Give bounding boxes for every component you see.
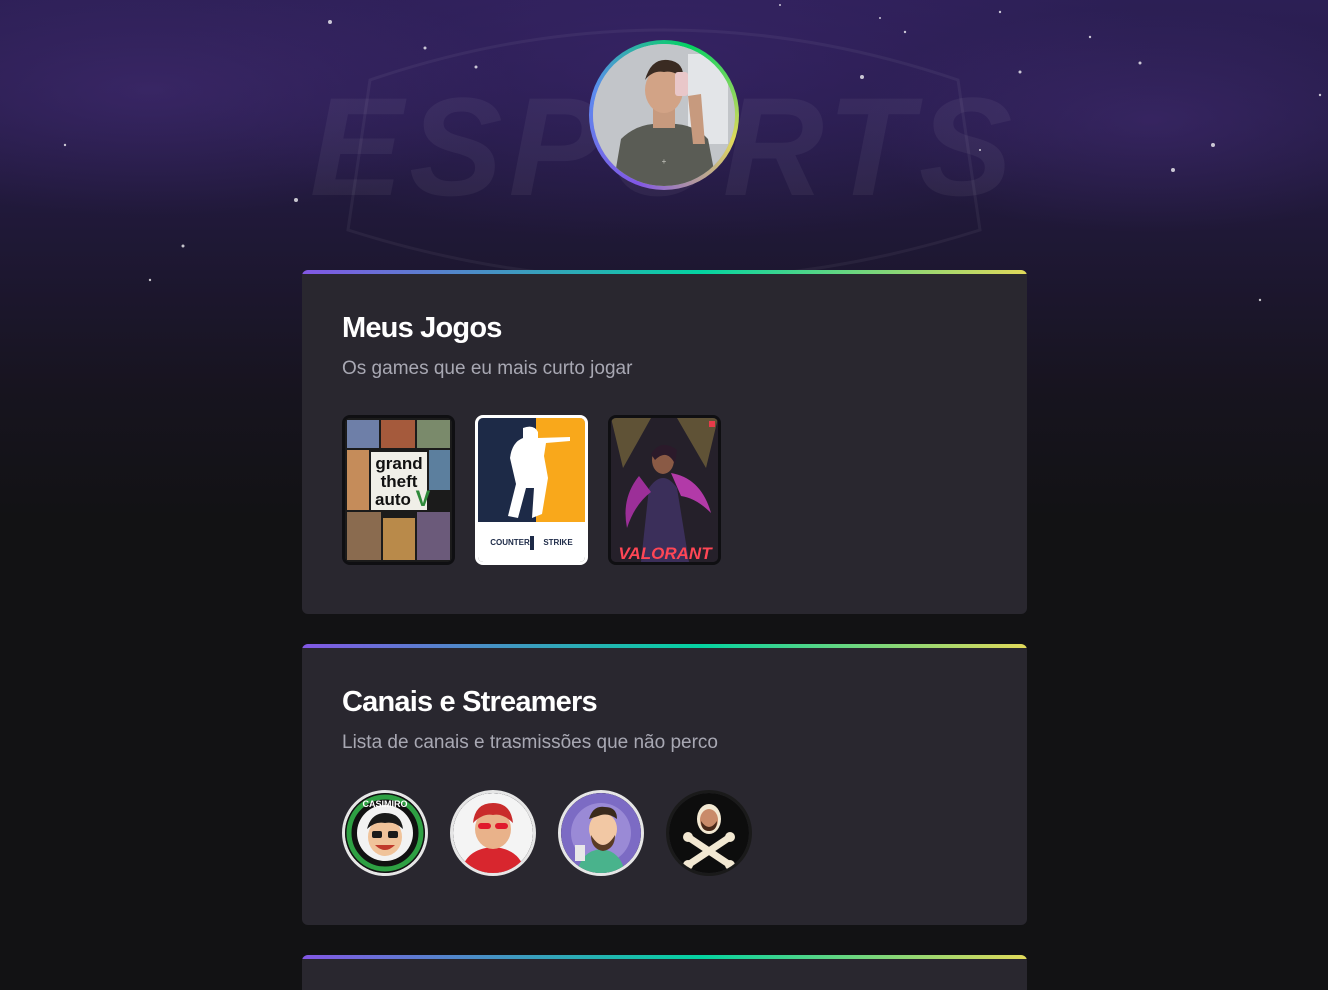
profile-photo-icon: + <box>593 44 735 186</box>
third-card <box>302 955 1027 990</box>
valorant-cover-text: VALORANT <box>618 544 713 562</box>
gta-cover-text-grand: grand <box>375 454 422 473</box>
gta-cover-text-theft: theft <box>381 472 418 491</box>
game-valorant[interactable]: VALORANT <box>608 415 721 565</box>
streamers-subtitle: Lista de canais e trasmissões que não pe… <box>342 732 718 753</box>
streamer-2[interactable] <box>450 790 536 876</box>
casimiro-badge-text: CASIMIRO <box>363 799 408 809</box>
gta-cover-text-v: V <box>416 486 431 511</box>
streamer-3[interactable] <box>558 790 644 876</box>
gta-cover-text-auto: auto <box>375 490 411 509</box>
games-list: grand theft auto V COUNTER STRIKE VALORA… <box>342 415 721 565</box>
game-gta-v[interactable]: grand theft auto V <box>342 415 455 565</box>
profile-avatar[interactable]: + <box>589 40 739 190</box>
games-title: Meus Jogos <box>342 312 502 344</box>
game-csgo[interactable]: COUNTER STRIKE <box>475 415 588 565</box>
page: ESPORTS <box>0 0 1328 990</box>
streamers-card: Canais e Streamers Lista de canais e tra… <box>302 644 1027 925</box>
streamer-casimiro[interactable]: CASIMIRO <box>342 790 428 876</box>
svg-text:+: + <box>662 157 667 166</box>
streamer-4[interactable] <box>666 790 752 876</box>
streamers-title: Canais e Streamers <box>342 686 598 718</box>
csgo-cover-text-counter: COUNTER <box>490 538 530 547</box>
games-subtitle: Os games que eu mais curto jogar <box>342 358 633 379</box>
csgo-cover-text-strike: STRIKE <box>543 538 573 547</box>
games-card: Meus Jogos Os games que eu mais curto jo… <box>302 270 1027 614</box>
streamers-list: CASIMIRO <box>342 790 752 876</box>
